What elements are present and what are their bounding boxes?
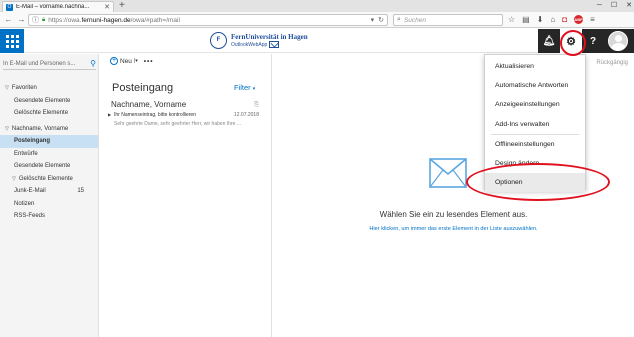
folder-item[interactable]: Gelöschte Elemente bbox=[0, 107, 98, 120]
account-label: Nachname, Vorname bbox=[11, 125, 69, 132]
search-icon[interactable]: ⚲ bbox=[90, 59, 96, 68]
account-header[interactable]: ▽ Nachname, Vorname bbox=[0, 123, 98, 136]
mail-search-placeholder: In E-Mail und Personen s... bbox=[3, 60, 76, 67]
forward-icon[interactable]: → bbox=[17, 15, 26, 24]
browser-tab-bar: O E-Mail – vorname.nachna... ✕ + ─ ☐ ✕ bbox=[0, 0, 634, 12]
unread-marker-icon: ▶ bbox=[108, 112, 112, 117]
menu-item-auto-replies[interactable]: Automatische Antworten bbox=[485, 76, 585, 95]
folder-title: Posteingang bbox=[112, 82, 174, 94]
tab-title: E-Mail – vorname.nachna... bbox=[16, 4, 90, 10]
pocket-icon[interactable]: ◘ bbox=[562, 15, 567, 24]
attachment-icon: ⎘ bbox=[254, 102, 259, 108]
select-first-item-link[interactable]: Hier klicken, um immer das erste Element… bbox=[273, 226, 634, 232]
undo-button[interactable]: Rückgängig bbox=[596, 60, 628, 66]
lock-icon: 🔒︎ bbox=[42, 16, 46, 23]
envelope-logo-icon bbox=[269, 41, 280, 48]
folder-item[interactable]: Gesendete Elemente bbox=[0, 95, 98, 108]
chevron-down-icon[interactable]: ▽ bbox=[12, 176, 16, 182]
browser-search[interactable]: ⌕ Suchen bbox=[393, 14, 503, 26]
chevron-down-icon[interactable]: ▽ bbox=[5, 85, 9, 91]
maximize-icon[interactable]: ☐ bbox=[611, 0, 617, 12]
menu-item-options[interactable]: Optionen bbox=[485, 173, 585, 193]
unread-count: 15 bbox=[77, 188, 84, 195]
app-launcher-icon[interactable] bbox=[0, 29, 24, 53]
close-window-icon[interactable]: ✕ bbox=[626, 0, 632, 12]
home-icon[interactable]: ⌂ bbox=[550, 15, 555, 24]
dropdown-icon[interactable]: ▾ bbox=[371, 16, 375, 24]
brand-sub: OutlookWebApp bbox=[231, 41, 268, 48]
window-controls: ─ ☐ ✕ bbox=[597, 0, 632, 12]
filter-dropdown[interactable]: Filter ▾ bbox=[234, 83, 255, 92]
folder-pane: In E-Mail und Personen s... ⚲ ▽ Favorite… bbox=[0, 54, 99, 337]
chevron-down-icon[interactable]: ▽ bbox=[5, 126, 9, 132]
url-text[interactable]: https://owa.fernuni-hagen.de/owa/#path=/… bbox=[48, 17, 367, 24]
chevron-down-icon[interactable]: |▾ bbox=[134, 58, 138, 64]
menu-icon[interactable]: ≡ bbox=[590, 15, 595, 24]
message-subject: Ihr Namenseintrag, bitte kontrollieren bbox=[114, 112, 196, 118]
plus-icon: + bbox=[110, 57, 118, 65]
download-icon[interactable]: ⬇ bbox=[537, 15, 544, 24]
deleted-items-group[interactable]: ▽ Gelöschte Elemente bbox=[0, 173, 98, 186]
new-label: Neu bbox=[120, 57, 132, 65]
settings-menu: Aktualisieren Automatische Antworten Anz… bbox=[484, 54, 586, 193]
bell-icon[interactable]: 🔔︎ bbox=[538, 29, 560, 53]
new-mail-button[interactable]: + Neu |▾ bbox=[110, 57, 138, 65]
minimize-icon[interactable]: ─ bbox=[597, 0, 602, 12]
help-icon[interactable]: ? bbox=[582, 29, 604, 53]
brand-name: FernUniversität in Hagen bbox=[231, 33, 308, 41]
tab-close-icon[interactable]: ✕ bbox=[104, 3, 110, 11]
browser-tab[interactable]: O E-Mail – vorname.nachna... ✕ bbox=[2, 1, 114, 12]
url-actions: ▾ ↻ bbox=[371, 16, 384, 24]
message-item[interactable]: Nachname, Vorname ⎘ ▶ Ihr Namenseintrag,… bbox=[108, 100, 271, 130]
university-seal-icon: F bbox=[210, 32, 227, 49]
reading-pane-message: Wählen Sie ein zu lesendes Element aus. bbox=[379, 210, 528, 219]
envelope-icon bbox=[429, 158, 467, 188]
folder-list: ▽ Favoriten Gesendete Elemente Gelöschte… bbox=[0, 82, 98, 223]
reload-icon[interactable]: ↻ bbox=[378, 16, 384, 24]
url-bar[interactable]: ⓘ 🔒︎ https://owa.fernuni-hagen.de/owa/#p… bbox=[28, 14, 388, 26]
menu-item-display-settings[interactable]: Anzeigeeinstellungen bbox=[485, 95, 585, 114]
new-tab-button[interactable]: + bbox=[119, 0, 125, 12]
header-actions: 🔔︎ ⚙ ? bbox=[538, 29, 634, 53]
menu-item-change-theme[interactable]: Design ändern bbox=[485, 154, 585, 173]
bookmark-star-icon[interactable]: ☆ bbox=[508, 15, 515, 24]
back-icon[interactable]: ← bbox=[4, 15, 13, 24]
info-icon[interactable]: ⓘ bbox=[32, 15, 39, 25]
folder-item-inbox[interactable]: Posteingang bbox=[0, 135, 98, 148]
command-bar: + Neu |▾ ••• bbox=[110, 57, 154, 65]
message-list-pane: + Neu |▾ ••• Posteingang Filter ▾ Nachna… bbox=[100, 54, 272, 337]
search-icon: ⌕ bbox=[397, 16, 401, 23]
menu-item-refresh[interactable]: Aktualisieren bbox=[485, 57, 585, 76]
folder-item[interactable]: Notizen bbox=[0, 198, 98, 211]
browser-nav-bar: ← → ⓘ 🔒︎ https://owa.fernuni-hagen.de/ow… bbox=[0, 12, 634, 28]
folder-item[interactable]: Entwürfe bbox=[0, 148, 98, 161]
mail-search-input[interactable]: In E-Mail und Personen s... ⚲ bbox=[3, 58, 96, 70]
more-options-icon[interactable]: ••• bbox=[144, 58, 154, 65]
message-sender: Nachname, Vorname bbox=[111, 100, 187, 109]
favorites-header[interactable]: ▽ Favoriten bbox=[0, 82, 98, 95]
message-preview: Sehr geehrte Dame, sehr geehrter Herr, w… bbox=[114, 121, 242, 127]
browser-toolbar: ☆ ▤ ⬇ ⌂ ◘ ABP ≡ bbox=[508, 15, 595, 24]
chevron-down-icon: ▾ bbox=[252, 86, 256, 92]
folder-item[interactable]: RSS-Feeds bbox=[0, 210, 98, 223]
menu-item-manage-addins[interactable]: Add-Ins verwalten bbox=[485, 115, 585, 134]
menu-item-offline-settings[interactable]: Offlineeinstellungen bbox=[485, 135, 585, 154]
deleted-label: Gelöschte Elemente bbox=[18, 175, 73, 182]
message-date: 12.07.2018 bbox=[233, 112, 259, 118]
folder-item[interactable]: Junk-E-Mail 15 bbox=[0, 185, 98, 198]
library-icon[interactable]: ▤ bbox=[522, 15, 530, 24]
avatar[interactable] bbox=[608, 31, 628, 51]
search-placeholder: Suchen bbox=[403, 16, 426, 24]
gear-icon[interactable]: ⚙ bbox=[560, 29, 582, 53]
outlook-favicon-icon: O bbox=[6, 3, 13, 11]
owa-header: F FernUniversität in Hagen OutlookWebApp… bbox=[0, 29, 634, 53]
brand-logo: F FernUniversität in Hagen OutlookWebApp bbox=[210, 32, 308, 49]
favorites-label: Favoriten bbox=[11, 85, 37, 92]
adblock-icon[interactable]: ABP bbox=[574, 15, 584, 24]
folder-item[interactable]: Gesendete Elemente bbox=[0, 160, 98, 173]
